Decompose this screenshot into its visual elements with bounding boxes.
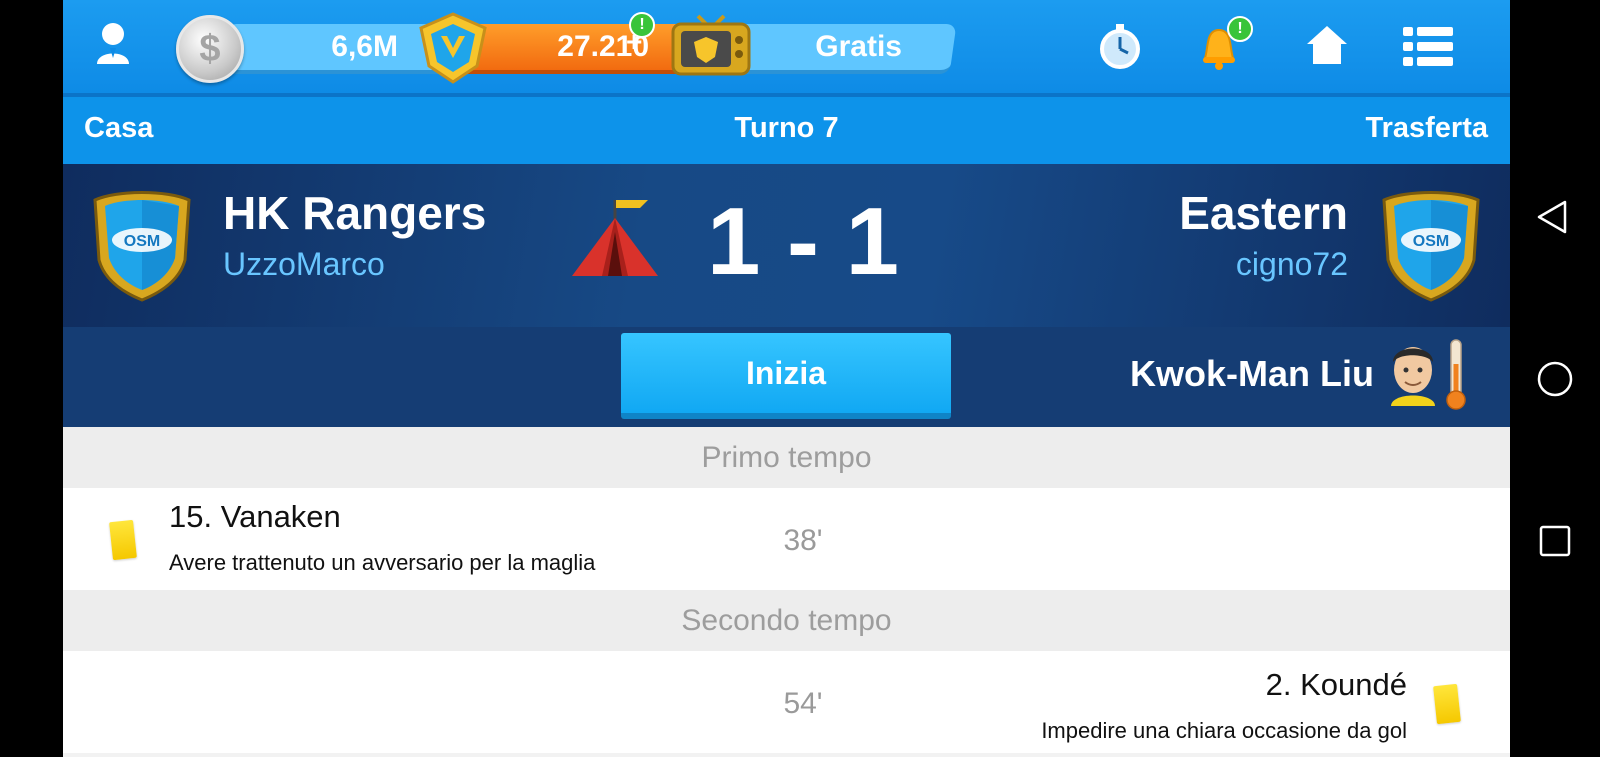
- event-player: 15. Vanaken: [169, 499, 341, 534]
- svg-text:OSM: OSM: [124, 233, 160, 250]
- referee-name[interactable]: Kwok-Man Liu: [1130, 353, 1374, 395]
- thermometer-icon: [1446, 339, 1466, 410]
- away-team-name[interactable]: Eastern: [1179, 186, 1348, 240]
- home-team-shield-icon[interactable]: OSM: [87, 186, 197, 304]
- home-nav-icon[interactable]: [1510, 334, 1600, 424]
- stopwatch-icon[interactable]: [1096, 22, 1144, 70]
- boss-coin-icon: [419, 12, 487, 84]
- match-actions: Inizia Kwok-Man Liu: [63, 327, 1510, 427]
- away-manager-name[interactable]: cigno72: [1236, 246, 1348, 283]
- back-icon[interactable]: [1510, 172, 1600, 262]
- away-team-shield-icon[interactable]: OSM: [1376, 186, 1486, 304]
- top-bar: 6,6M $ 27.210 + ! Gratis !: [63, 0, 1510, 97]
- free-coins-label: Gratis: [814, 30, 902, 63]
- home-manager-name[interactable]: UzzoMarco: [223, 246, 385, 283]
- referee-avatar[interactable]: [1383, 336, 1443, 406]
- event-description: Avere trattenuto un avversario per la ma…: [169, 550, 596, 575]
- home-icon[interactable]: [1303, 22, 1351, 70]
- yellow-card-icon: [1433, 683, 1461, 725]
- home-team-name[interactable]: HK Rangers: [223, 186, 486, 240]
- second-half-title: Secondo tempo: [63, 590, 1510, 651]
- home-ground-tent-icon: [572, 200, 658, 276]
- event-description: Impedire una chiara occasione da gol: [1041, 718, 1407, 743]
- avatar-icon[interactable]: [93, 20, 133, 68]
- game-app: 6,6M $ 27.210 + ! Gratis ! Casa Turno 7 …: [0, 0, 1510, 757]
- scoreboard: OSM HK Rangers UzzoMarco 1 - 1 Eastern c…: [63, 164, 1510, 327]
- match-score: 1 - 1: [706, 188, 900, 295]
- match-header: Casa Turno 7 Trasferta: [63, 97, 1510, 164]
- away-label: Trasferta: [1365, 112, 1488, 144]
- money-value: 6,6M: [330, 30, 398, 63]
- match-screen: 6,6M $ 27.210 + ! Gratis ! Casa Turno 7 …: [63, 0, 1510, 757]
- menu-list-icon[interactable]: [1401, 22, 1455, 70]
- event-player: 2. Koundé: [1265, 667, 1407, 702]
- start-match-button[interactable]: Inizia: [621, 333, 951, 419]
- yellow-card-icon: [109, 519, 137, 561]
- system-nav-bar: [1510, 0, 1600, 757]
- event-minute: 54': [783, 687, 823, 720]
- first-half-title: Primo tempo: [63, 427, 1510, 488]
- event-row[interactable]: 15. Vanaken Avere trattenuto un avversar…: [63, 488, 1510, 590]
- tv-icon: [671, 14, 751, 76]
- boss-coins-display[interactable]: 27.210: [454, 24, 702, 74]
- round-label: Turno 7: [734, 112, 839, 144]
- bell-notification-badge: !: [1227, 16, 1253, 42]
- svg-text:OSM: OSM: [1413, 233, 1449, 250]
- recents-icon[interactable]: [1510, 496, 1600, 586]
- event-row[interactable]: 54' 2. Koundé Impedire una chiara occasi…: [63, 651, 1510, 753]
- boss-notification-badge: !: [629, 12, 655, 38]
- event-minute: 38': [783, 524, 823, 557]
- coin-icon: $: [176, 15, 244, 83]
